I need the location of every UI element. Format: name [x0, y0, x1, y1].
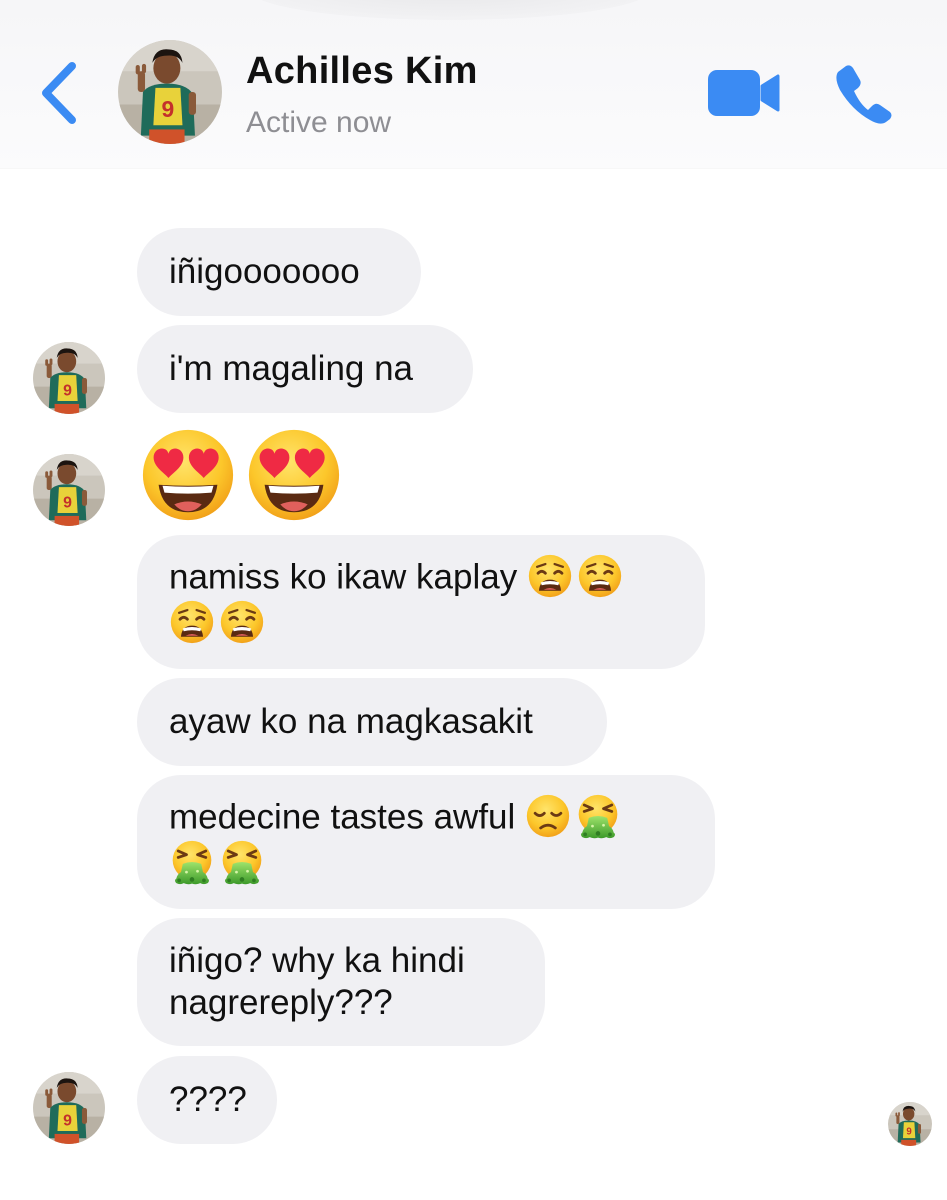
message-bubble[interactable]: namiss ko ikaw kaplay	[137, 535, 705, 669]
read-receipt-avatar	[888, 1102, 932, 1146]
message-text: ayaw ko na magkasakit	[169, 702, 533, 741]
message-bubble[interactable]: medecine tastes awful	[137, 775, 715, 909]
active-status: Active now	[246, 106, 392, 139]
face-vomiting-emoji-icon	[171, 839, 213, 885]
message-text: i'm magaling na	[169, 349, 414, 388]
video-call-button[interactable]	[706, 66, 782, 120]
message-text-line: nagrereply???	[169, 983, 393, 1022]
chevron-left-icon	[42, 62, 76, 124]
message-text: iñigooooooo	[169, 252, 360, 291]
message-bubble[interactable]: ayaw ko na magkasakit	[137, 678, 607, 766]
sender-avatar[interactable]	[33, 454, 105, 526]
weary-face-emoji-icon	[169, 599, 215, 645]
contact-avatar[interactable]	[118, 40, 222, 144]
back-button[interactable]	[38, 60, 82, 126]
message-bubble[interactable]: ????	[137, 1056, 277, 1144]
face-vomiting-emoji-icon	[577, 793, 619, 839]
sender-avatar[interactable]	[33, 1072, 105, 1144]
face-vomiting-emoji-icon	[221, 839, 263, 885]
message-text: ????	[169, 1080, 247, 1119]
message-text: medecine tastes awful	[169, 797, 516, 837]
weary-face-emoji-icon	[527, 553, 573, 599]
emoji-message[interactable]	[139, 426, 343, 522]
contact-name[interactable]: Achilles Kim	[246, 50, 478, 93]
voice-call-button[interactable]	[830, 60, 896, 126]
message-text-line: iñigo? why ka hindi	[169, 941, 465, 980]
heart-eyes-emoji-icon	[248, 429, 340, 521]
video-camera-icon	[708, 70, 780, 116]
message-bubble[interactable]: i'm magaling na	[137, 325, 473, 413]
sender-avatar[interactable]	[33, 342, 105, 414]
disappointed-face-emoji-icon	[525, 793, 571, 839]
conversation-header: Achilles Kim Active now	[0, 0, 947, 168]
header-shadow	[250, 0, 650, 20]
message-bubble[interactable]: iñigo? why ka hindi nagrereply???	[137, 918, 545, 1046]
weary-face-emoji-icon	[219, 599, 265, 645]
phone-icon	[836, 65, 892, 124]
message-bubble[interactable]: iñigooooooo	[137, 228, 421, 316]
heart-eyes-emoji-icon	[142, 429, 234, 521]
weary-face-emoji-icon	[577, 553, 623, 599]
message-text: namiss ko ikaw kaplay	[169, 557, 518, 597]
